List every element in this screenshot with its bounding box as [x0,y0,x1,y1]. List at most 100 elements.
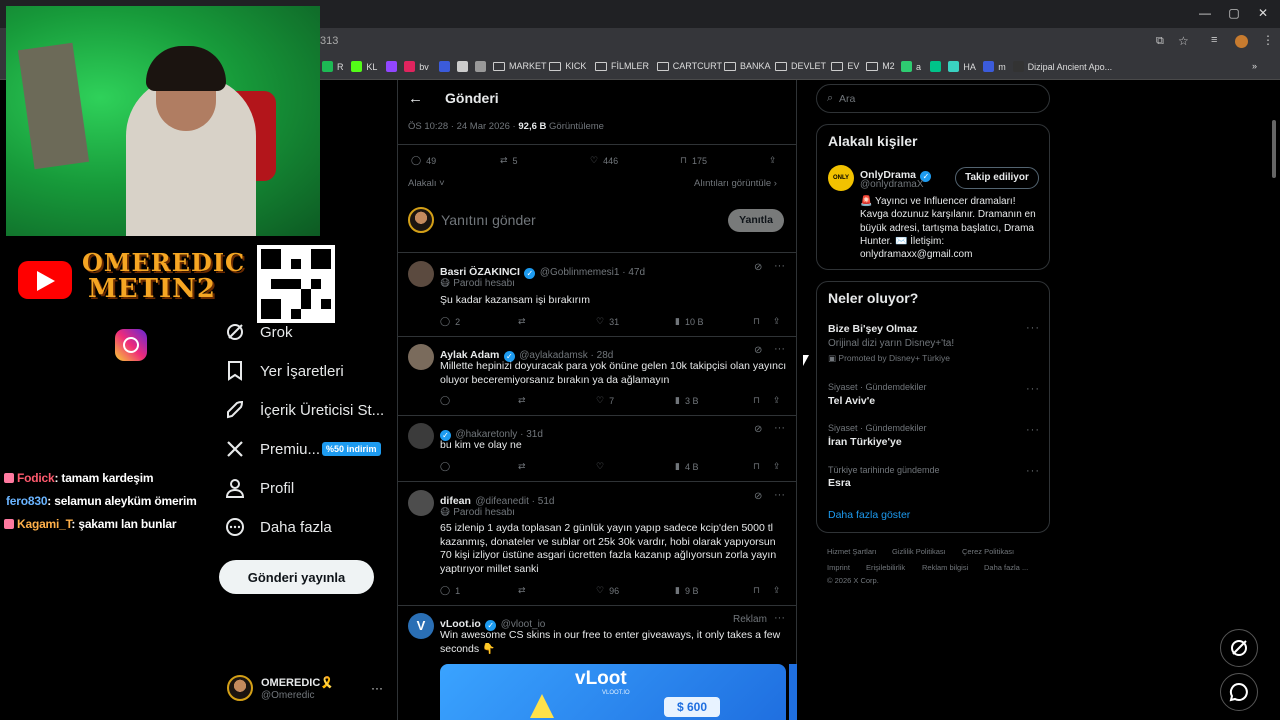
view-count[interactable]: ▮ 4 B [675,461,698,472]
bookmark-item[interactable]: bv [404,61,429,72]
grok-icon[interactable]: ⊘ [754,262,762,273]
avatar[interactable] [408,344,434,370]
bookmark-folder[interactable]: M2 [866,61,895,71]
more-options-icon[interactable]: ··· [774,489,785,501]
bookmark-folder[interactable]: DEVLET [775,61,826,71]
reply-icon[interactable]: ◯ [440,461,450,472]
search-box[interactable]: ⌕ Ara [816,84,1050,113]
more-options-icon[interactable]: ··· [774,343,785,355]
avatar[interactable] [408,261,434,287]
search-input[interactable]: Ara [839,93,855,105]
trend-title[interactable]: Bize Bi'şey Olmaz [828,323,917,335]
bookmark-folder[interactable]: CARTCURT [656,61,722,71]
messages-fab[interactable] [1220,673,1258,711]
trend-more-icon[interactable]: ··· [1026,465,1040,477]
nav-bookmarks[interactable]: Yer İşaretleri [224,356,344,386]
like-count[interactable]: ♡ 96 [596,585,619,596]
footer-link[interactable]: Reklam bilgisi [922,563,968,572]
following-button[interactable]: Takip ediliyor [955,167,1039,189]
reply-input[interactable]: Yanıtını gönder [441,212,536,228]
repost-icon[interactable]: ⇄ [518,395,526,406]
bookmark-icon[interactable]: ⊓ [753,461,760,472]
repost-count[interactable]: ⇄ 5 [500,155,518,166]
share-icon[interactable]: ⇪ [769,155,777,166]
reply-count[interactable]: ◯ 2 [440,316,460,327]
nav-grok[interactable]: Grok [224,317,293,347]
bookmark-folder[interactable]: FİLMLER [595,61,649,71]
like-count[interactable]: ♡ 31 [596,316,619,327]
bookmark-count[interactable]: ⊓ 175 [680,155,707,166]
bookmark-item[interactable]: HA [948,61,976,72]
media-icon[interactable]: ≡ [1211,34,1217,46]
bookmark-item[interactable]: a [901,61,921,72]
nav-premium[interactable]: Premiu... [224,434,320,464]
maximize-button[interactable]: ▢ [1225,6,1243,22]
view-count[interactable]: ▮ 10 B [675,316,703,327]
account-menu-icon[interactable]: ··· [371,681,383,695]
bookmark-item[interactable]: R [322,61,344,72]
bookmark-folder[interactable]: MARKET [493,61,547,71]
show-more-link[interactable]: Daha fazla göster [828,509,910,521]
bookmark-item[interactable] [439,61,454,72]
close-window-button[interactable]: ✕ [1254,6,1272,22]
post-button[interactable]: Gönderi yayınla [219,560,374,594]
grok-icon[interactable]: ⊘ [754,424,762,435]
nav-more[interactable]: Daha fazla [224,512,332,542]
repost-icon[interactable]: ⇄ [518,585,526,596]
bookmark-folder[interactable]: KICK [549,61,586,71]
bookmark-icon[interactable]: ⊓ [753,395,760,406]
footer-link[interactable]: Daha fazla ... [984,563,1028,572]
repost-icon[interactable]: ⇄ [518,461,526,472]
view-count[interactable]: ▮ 9 B [675,585,698,596]
bookmark-item[interactable] [930,61,945,72]
bookmark-item[interactable] [386,61,401,72]
avatar[interactable] [408,490,434,516]
reply-count[interactable]: ◯ 1 [440,585,460,596]
bookmark-icon[interactable]: ⊓ [753,585,760,596]
nav-creator-studio[interactable]: İçerik Üreticisi St... [224,395,384,425]
star-icon[interactable]: ☆ [1178,34,1189,48]
bookmark-item[interactable] [457,61,472,72]
share-icon[interactable]: ⇪ [773,585,781,596]
bookmark-item[interactable]: Dizipal Ancient Apo... [1012,61,1112,72]
footer-link[interactable]: Hizmet Şartları [827,547,877,556]
more-options-icon[interactable]: ··· [774,260,785,272]
grok-icon[interactable]: ⊘ [754,491,762,502]
onlydrama-avatar[interactable]: ONLY [828,165,854,191]
minimize-button[interactable]: — [1196,6,1214,22]
grok-fab[interactable] [1220,629,1258,667]
scrollbar-thumb[interactable] [1272,120,1276,178]
share-icon[interactable]: ⇪ [773,395,781,406]
bookmark-item[interactable] [475,61,490,72]
like-count[interactable]: ♡ 446 [590,155,618,166]
bookmark-item[interactable]: m [983,61,1006,72]
view-count[interactable]: ▮ 3 B [675,395,698,406]
footer-link[interactable]: Erişilebilirlik [866,563,905,572]
trend-title[interactable]: Tel Aviv'e [828,395,875,407]
reply-count[interactable]: ◯ 49 [411,155,436,166]
footer-link[interactable]: Çerez Politikası [962,547,1014,556]
grok-icon[interactable]: ⊘ [754,345,762,356]
share-icon[interactable]: ⇪ [773,461,781,472]
like-count[interactable]: ♡ 7 [596,395,614,406]
trend-title[interactable]: Esra [828,477,851,489]
profile-avatar-icon[interactable] [1235,35,1248,48]
repost-icon[interactable]: ⇄ [518,316,526,327]
footer-link[interactable]: Gizlilik Politikası [892,547,946,556]
bookmark-folder[interactable]: EV [831,61,859,71]
menu-icon[interactable]: ⋮ [1262,33,1274,47]
reply-button[interactable]: Yanıtla [728,209,784,232]
quotes-link[interactable]: Alıntıları görüntüle › [694,178,777,189]
nav-profile[interactable]: Profil [224,473,294,503]
more-options-icon[interactable]: ··· [774,612,785,624]
ad-image[interactable]: vLoot VLOOT.IO $ 600 [440,664,786,720]
trend-more-icon[interactable]: ··· [1026,383,1040,395]
more-bookmarks-icon[interactable]: » [1252,61,1257,71]
share-icon[interactable]: ⇪ [773,316,781,327]
reply-icon[interactable]: ◯ [440,395,450,406]
bookmark-icon[interactable]: ⊓ [753,316,760,327]
footer-link[interactable]: Imprint [827,563,850,572]
like-icon[interactable]: ♡ [596,461,604,472]
trend-more-icon[interactable]: ··· [1026,322,1040,334]
bookmark-item[interactable]: KL [351,61,377,72]
